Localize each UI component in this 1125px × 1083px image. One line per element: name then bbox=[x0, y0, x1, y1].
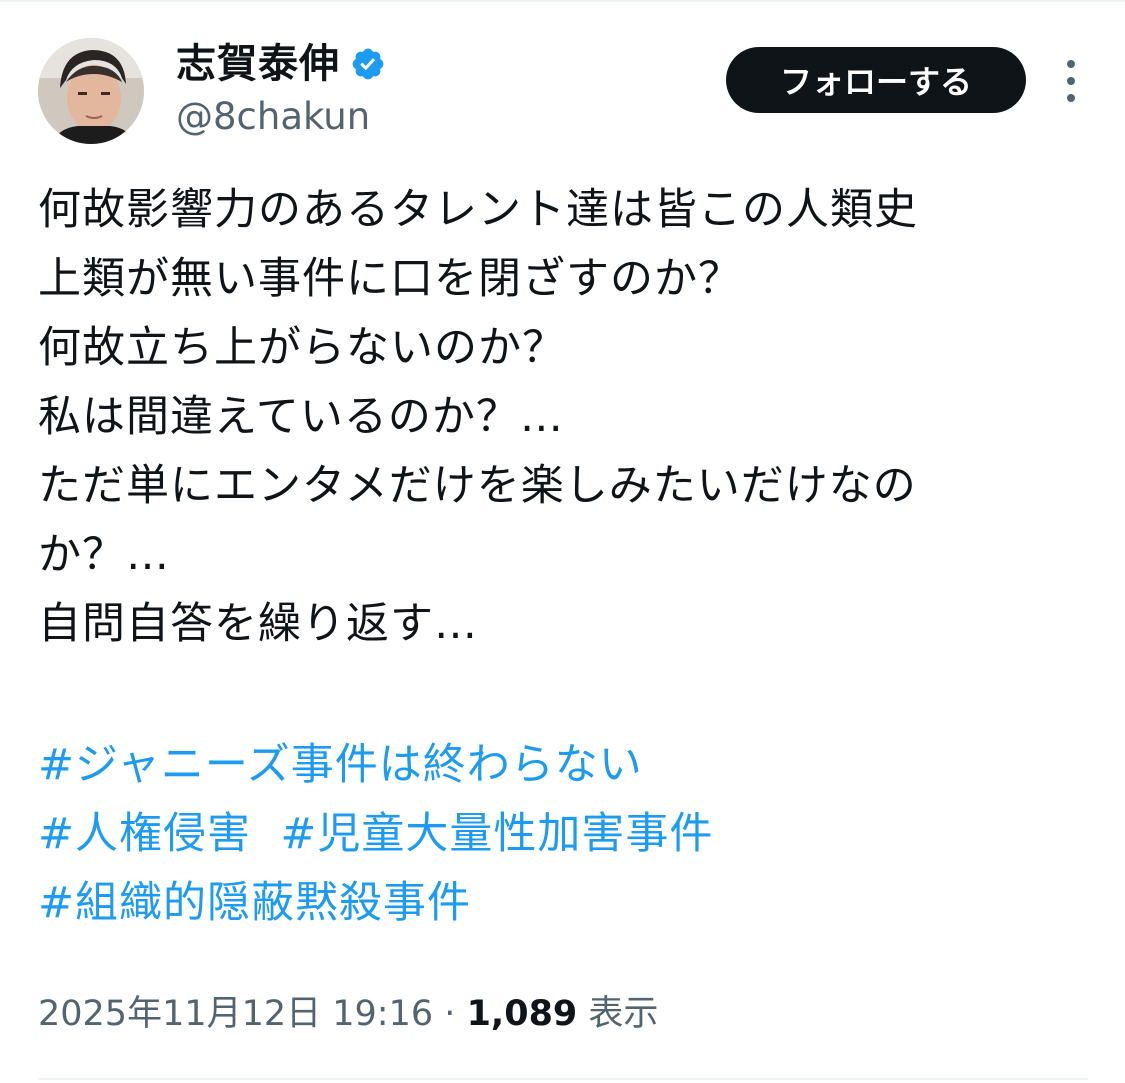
display-name[interactable]: 志賀泰伸 bbox=[176, 38, 340, 90]
more-dot bbox=[1067, 77, 1075, 85]
tweet-line: 私は間違えているのか？… bbox=[38, 392, 564, 442]
hashtag-link[interactable]: #人権侵害 bbox=[38, 809, 251, 859]
tweet-text: 何故影響力のあるタレント達は皆この人類史 上類が無い事件に口を閉ざすのか？ 何故… bbox=[38, 176, 1098, 659]
tweet-meta: 2025年11月12日 19:16 · 1,089 表示 bbox=[38, 988, 658, 1040]
user-handle[interactable]: @8chakun bbox=[176, 94, 370, 140]
user-name-row[interactable]: 志賀泰伸 bbox=[176, 38, 386, 90]
views-label: 表示 bbox=[588, 994, 659, 1034]
hashtag-row: #ジャニーズ事件は終わらない bbox=[38, 731, 1098, 800]
tweet-line: 自問自答を繰り返す… bbox=[38, 599, 478, 649]
tweet-line: 上類が無い事件に口を閉ざすのか？ bbox=[38, 254, 742, 304]
hashtag-row: #組織的隠蔽黙殺事件 bbox=[38, 869, 1098, 938]
hashtags: #ジャニーズ事件は終わらない #人権侵害 #児童大量性加害事件 #組織的隠蔽黙殺… bbox=[38, 731, 1098, 938]
avatar[interactable] bbox=[38, 38, 144, 144]
follow-button[interactable]: フォローする bbox=[726, 47, 1026, 113]
more-dot bbox=[1067, 60, 1075, 68]
avatar-image bbox=[38, 38, 144, 144]
tweet-line: 何故影響力のあるタレント達は皆この人類史 bbox=[38, 185, 918, 235]
hashtag-row: #人権侵害 #児童大量性加害事件 bbox=[38, 800, 1098, 869]
hashtag-link[interactable]: #組織的隠蔽黙殺事件 bbox=[38, 878, 471, 928]
tweet-line: ただ単にエンタメだけを楽しみたいだけなの bbox=[38, 461, 917, 511]
timestamp-link[interactable]: 2025年11月12日 19:16 bbox=[38, 994, 433, 1034]
more-options-icon[interactable] bbox=[1058, 56, 1084, 106]
bottom-divider bbox=[38, 1078, 1088, 1080]
hashtag-link[interactable]: #児童大量性加害事件 bbox=[280, 809, 713, 859]
more-dot bbox=[1067, 94, 1075, 102]
verified-badge-icon bbox=[352, 48, 384, 80]
tweet-line: か？… bbox=[38, 530, 170, 580]
top-border bbox=[0, 0, 1125, 2]
tweet-line: 何故立ち上がらないのか？ bbox=[38, 323, 566, 373]
hashtag-link[interactable]: #ジャニーズ事件は終わらない bbox=[38, 740, 643, 790]
meta-separator: · bbox=[444, 994, 456, 1034]
views-count: 1,089 bbox=[466, 994, 578, 1034]
